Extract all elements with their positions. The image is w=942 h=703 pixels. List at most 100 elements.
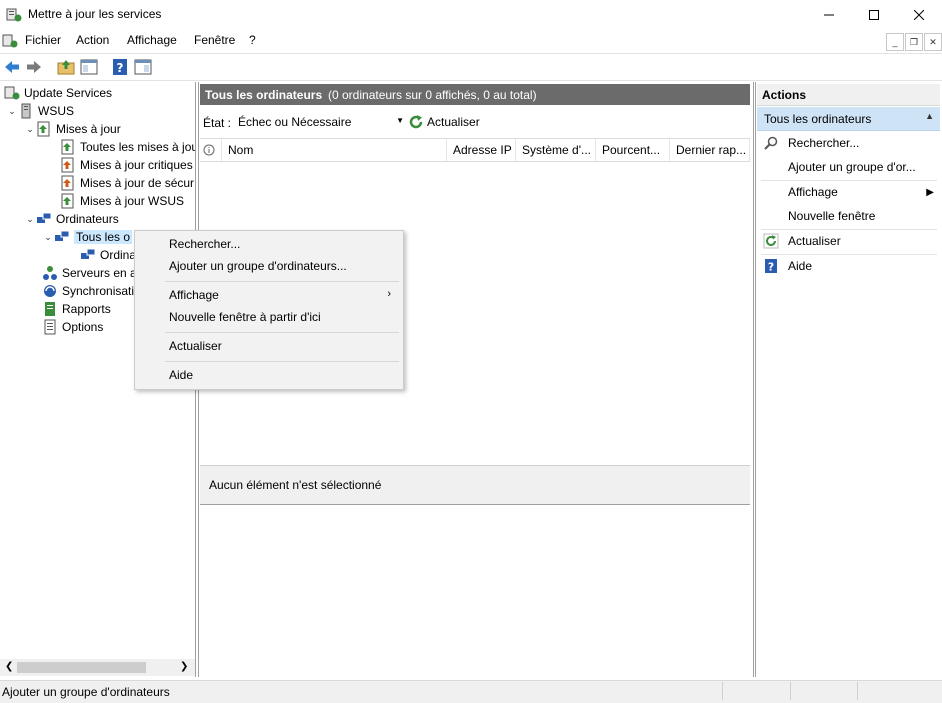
tree-item-computers[interactable]: ⌄ Ordinateurs xyxy=(24,210,119,228)
scroll-right-icon[interactable]: ❯ xyxy=(180,661,188,672)
tree-item-options[interactable]: Options xyxy=(42,318,103,336)
tree-item-ordinateurs-group[interactable]: Ordina xyxy=(80,246,136,264)
close-button[interactable] xyxy=(896,0,942,30)
tree-item-synchronizations[interactable]: Synchronisati xyxy=(42,282,134,300)
mdi-restore-button[interactable]: ❐ xyxy=(905,33,923,51)
action-help[interactable]: ? Aide xyxy=(757,255,940,277)
menu-fichier[interactable]: Fichier xyxy=(25,33,61,47)
computer-group-icon xyxy=(55,230,70,241)
title-bar: Mettre à jour les services xyxy=(0,0,942,30)
action-new-window[interactable]: Nouvelle fenêtre xyxy=(757,205,940,227)
column-last-report[interactable]: Dernier rap... xyxy=(670,139,750,161)
column-headers: Nom Adresse IP Système d'... Pourcent...… xyxy=(200,138,750,162)
menu-affichage[interactable]: Affichage xyxy=(127,33,177,47)
maximize-icon xyxy=(869,10,879,20)
actions-section-header[interactable]: Tous les ordinateurs ▲ xyxy=(757,107,940,131)
state-label: État : xyxy=(203,116,232,130)
results-count: (0 ordinateurs sur 0 affichés, 0 au tota… xyxy=(328,88,537,102)
column-info[interactable] xyxy=(200,139,222,161)
column-os[interactable]: Système d'... xyxy=(516,139,596,161)
wsus-update-icon xyxy=(61,193,74,209)
chevron-down-icon[interactable]: ⌄ xyxy=(24,124,36,135)
maximize-button[interactable] xyxy=(851,0,897,30)
minimize-icon xyxy=(824,14,834,16)
submenu-arrow-icon: › xyxy=(387,288,391,300)
chevron-down-icon[interactable]: ⌄ xyxy=(6,106,18,117)
show-hide-action-pane-icon[interactable] xyxy=(134,58,152,76)
info-icon xyxy=(203,144,215,156)
show-hide-tree-icon[interactable] xyxy=(80,58,98,76)
app-icon xyxy=(6,8,22,22)
svg-text:?: ? xyxy=(768,261,774,274)
state-select[interactable]: Échec ou Nécessaire ▼ xyxy=(234,112,408,132)
action-add-computer-group[interactable]: Ajouter un groupe d'or... xyxy=(757,156,940,178)
server-icon xyxy=(21,103,31,119)
options-icon xyxy=(44,319,56,335)
tree-item-updates[interactable]: ⌄ Mises à jour xyxy=(24,120,121,138)
menu-action[interactable]: Action xyxy=(76,33,109,47)
actions-header: Actions xyxy=(757,84,940,106)
tree-item-all-updates[interactable]: Toutes les mises à jou xyxy=(60,138,195,156)
results-title: Tous les ordinateurs xyxy=(205,88,323,102)
ctx-add-computer-group[interactable]: Ajouter un groupe d'ordinateurs... xyxy=(135,255,403,277)
state-select-value: Échec ou Nécessaire xyxy=(238,115,352,129)
tree-label: Mises à jour critiques xyxy=(80,158,193,172)
tree-item-reports[interactable]: Rapports xyxy=(42,300,111,318)
ctx-view[interactable]: Affichage › xyxy=(135,284,403,306)
dropdown-arrow-icon: ▼ xyxy=(396,116,404,125)
action-search[interactable]: Rechercher... xyxy=(757,132,940,154)
forward-arrow-icon[interactable] xyxy=(25,58,43,76)
mdi-close-button[interactable]: ✕ xyxy=(924,33,942,51)
ctx-new-window[interactable]: Nouvelle fenêtre à partir d'ici xyxy=(135,306,403,328)
tree-item-critical-updates[interactable]: Mises à jour critiques xyxy=(60,156,193,174)
actions-title: Actions xyxy=(762,88,807,102)
scroll-left-icon[interactable]: ❮ xyxy=(5,661,13,672)
chevron-down-icon[interactable]: ⌄ xyxy=(24,214,36,225)
minimize-button[interactable] xyxy=(806,0,852,30)
app-menu-icon[interactable] xyxy=(2,33,18,49)
tree-label: Mises à jour xyxy=(56,122,121,136)
toolbar: ? xyxy=(0,53,942,81)
action-view[interactable]: Affichage ▶ xyxy=(757,181,940,203)
close-icon xyxy=(914,10,924,20)
synchronization-icon xyxy=(44,285,56,297)
tree-label: Ordinateurs xyxy=(56,212,119,226)
tree-label: Update Services xyxy=(24,86,113,100)
up-folder-icon[interactable] xyxy=(57,58,75,76)
refresh-button[interactable]: Actualiser xyxy=(408,114,480,130)
chevron-down-icon[interactable]: ⌄ xyxy=(42,232,54,243)
refresh-icon xyxy=(763,233,779,249)
mdi-minimize-button[interactable]: _ xyxy=(886,33,904,51)
tree-item-wsus-updates[interactable]: Mises à jour WSUS xyxy=(60,192,184,210)
reports-icon xyxy=(45,302,55,316)
security-update-icon xyxy=(61,175,74,191)
tree-item-security-updates[interactable]: Mises à jour de sécur xyxy=(60,174,194,192)
ctx-refresh[interactable]: Actualiser xyxy=(135,335,403,357)
action-refresh[interactable]: Actualiser xyxy=(757,230,940,252)
back-arrow-icon[interactable] xyxy=(3,58,21,76)
update-list-icon xyxy=(61,139,74,155)
menu-fenetre[interactable]: Fenêtre xyxy=(194,33,235,47)
tree-item-wsus[interactable]: ⌄ WSUS xyxy=(6,102,74,120)
menu-help[interactable]: ? xyxy=(249,33,256,47)
collapse-up-icon[interactable]: ▲ xyxy=(925,111,934,121)
svg-text:?: ? xyxy=(117,61,124,75)
filter-bar: État : Échec ou Nécessaire ▼ Actualiser xyxy=(200,110,750,136)
column-percent[interactable]: Pourcent... xyxy=(596,139,670,161)
tree-item-all-computers[interactable]: ⌄ Tous les o xyxy=(42,228,133,246)
column-ip-address[interactable]: Adresse IP xyxy=(447,139,516,161)
help-icon[interactable]: ? xyxy=(111,58,129,76)
details-bar: Aucun élément n'est sélectionné xyxy=(200,465,750,505)
tree-item-downstream-servers[interactable]: Serveurs en a xyxy=(42,264,137,282)
ctx-help[interactable]: Aide xyxy=(135,364,403,386)
tree-label: Tous les o xyxy=(74,230,133,244)
column-name[interactable]: Nom xyxy=(222,139,447,161)
ctx-search[interactable]: Rechercher... xyxy=(135,233,403,255)
updates-icon xyxy=(37,121,50,137)
tree-horizontal-scrollbar[interactable]: ❮ ❯ xyxy=(0,659,195,676)
window-title: Mettre à jour les services xyxy=(28,7,162,21)
tree-item-update-services[interactable]: Update Services xyxy=(4,84,112,102)
scroll-thumb[interactable] xyxy=(17,662,146,673)
context-menu: Rechercher... Ajouter un groupe d'ordina… xyxy=(134,230,404,390)
refresh-icon xyxy=(409,115,423,129)
